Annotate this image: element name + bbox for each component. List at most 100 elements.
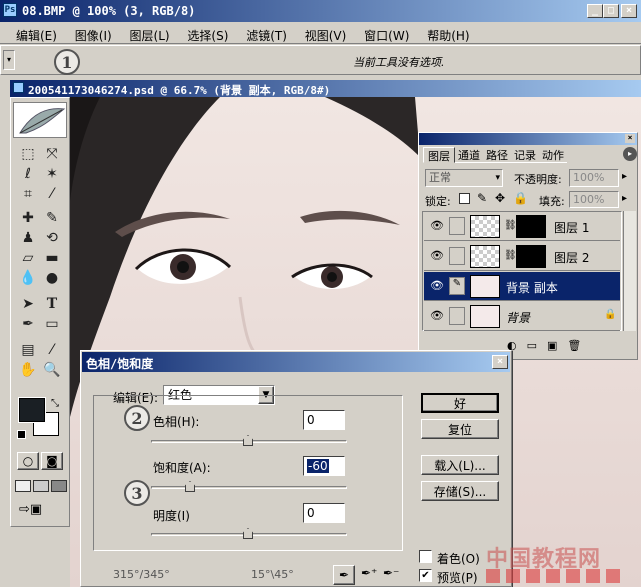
menu-filter[interactable]: 滤镜(T) (246, 29, 287, 43)
jump-to-imageready-icon[interactable]: ⇨▣ (19, 502, 59, 520)
foreground-color-swatch[interactable] (19, 398, 45, 422)
lightness-field[interactable]: 0 (303, 503, 345, 523)
lock-transparency-icon[interactable] (459, 193, 470, 204)
eye-icon[interactable]: 👁 (428, 307, 446, 325)
menu-view[interactable]: 视图(V) (305, 29, 347, 43)
opacity-slider-arrow-icon[interactable]: ▸ (622, 171, 627, 182)
eraser-tool-icon[interactable]: ▱ (17, 248, 39, 268)
menu-layer[interactable]: 图层(L) (130, 29, 170, 43)
type-tool-icon[interactable]: T (41, 294, 63, 314)
tab-actions[interactable]: 动作 (539, 147, 567, 163)
gradient-tool-icon[interactable]: ▬ (41, 248, 63, 268)
quick-mask-button[interactable]: ◙ (41, 452, 63, 470)
screen-mode-full-icon[interactable] (51, 480, 67, 492)
opacity-field[interactable]: 100% (569, 169, 619, 187)
shape-tool-icon[interactable]: ▭ (41, 314, 63, 334)
tool-preset-picker[interactable]: ▾ (3, 50, 15, 70)
hand-tool-icon[interactable]: ✋ (17, 360, 39, 380)
menu-edit[interactable]: 编辑(E) (16, 29, 57, 43)
swap-colors-icon[interactable]: ⤡ (51, 398, 59, 409)
ok-button[interactable]: 好 (421, 393, 499, 413)
opacity-label: 不透明度: (514, 173, 562, 186)
menu-help[interactable]: 帮助(H) (427, 29, 469, 43)
eye-icon[interactable]: 👁 (428, 217, 446, 235)
marquee-tool-icon[interactable]: ⬚ (17, 144, 39, 164)
layer-thumbnail (470, 215, 500, 238)
menu-window[interactable]: 窗口(W) (364, 29, 409, 43)
minimize-button[interactable]: _ (587, 4, 603, 18)
range-right-readout: 15°\45° (251, 568, 294, 581)
link-slot[interactable] (449, 307, 465, 325)
tab-history[interactable]: 记录 (511, 147, 539, 163)
link-slot[interactable] (449, 247, 465, 265)
layers-panel-close-icon[interactable]: × (625, 134, 635, 143)
reset-button[interactable]: 复位 (421, 419, 499, 439)
feather-icon (19, 108, 66, 134)
history-brush-icon[interactable]: ⟲ (41, 228, 63, 248)
trash-icon[interactable]: 🗑 (567, 339, 581, 352)
lasso-tool-icon[interactable]: ℓ (17, 164, 39, 184)
magic-wand-icon[interactable]: ✶ (41, 164, 63, 184)
pen-tool-icon[interactable]: ✒ (17, 314, 39, 334)
layers-scrollbar[interactable] (623, 211, 636, 331)
layers-panel: × 图层 通道 路径 记录 动作 ▸ 正常 ▾ 不透明度: 100% ▸ 锁定:… (418, 132, 638, 360)
watermark-logo (486, 569, 626, 583)
link-slot[interactable] (449, 217, 465, 235)
brush-tool-icon[interactable]: ✎ (41, 208, 63, 228)
lock-position-icon[interactable]: ✥ (495, 191, 505, 205)
tab-paths[interactable]: 路径 (483, 147, 511, 163)
eyedropper-minus-icon[interactable]: ✒⁻ (383, 566, 399, 580)
zoom-tool-icon[interactable]: 🔍 (41, 360, 63, 380)
notes-tool-icon[interactable]: ▤ (17, 340, 39, 360)
eye-icon[interactable]: 👁 (428, 247, 446, 265)
layer-row[interactable]: 👁 背景 🔒 (424, 302, 620, 331)
menu-select[interactable]: 选择(S) (187, 29, 228, 43)
layer-thumbnail (470, 275, 500, 298)
annotation-2: 2 (124, 405, 150, 431)
eye-icon[interactable]: 👁 (428, 277, 446, 295)
dialog-title: 色相/饱和度 (86, 357, 154, 371)
colorize-checkbox[interactable] (419, 550, 432, 563)
blend-mode-select[interactable]: 正常 ▾ (425, 169, 503, 187)
eyedropper-button[interactable]: ✒ (333, 565, 355, 585)
layer-row-selected[interactable]: 👁 ✎ 背景 副本 (424, 272, 620, 301)
panel-menu-icon[interactable]: ▸ (623, 147, 637, 161)
new-set-icon[interactable]: ▭ (527, 339, 537, 352)
saturation-field[interactable]: -60 (303, 456, 345, 476)
dialog-close-button[interactable]: × (492, 355, 508, 369)
saturation-slider-track[interactable] (151, 486, 347, 489)
load-button[interactable]: 载入(L)... (421, 455, 499, 475)
path-select-icon[interactable]: ➤ (17, 294, 39, 314)
eyedropper-icon[interactable]: ⁄ (41, 340, 63, 360)
default-colors-icon[interactable] (17, 430, 26, 439)
screen-mode-standard-icon[interactable] (15, 480, 31, 492)
lock-all-icon[interactable]: 🔒 (513, 191, 528, 205)
new-layer-icon[interactable]: ▣ (547, 339, 557, 352)
dodge-tool-icon[interactable]: ● (41, 268, 63, 288)
maximize-button[interactable]: □ (603, 4, 619, 18)
layers-list: 👁 ⛓ 图层 1 👁 ⛓ 图层 2 👁 ✎ 背景 副本 👁 背景 🔒 (422, 211, 622, 331)
lock-image-icon[interactable]: ✎ (477, 191, 487, 205)
screen-mode-menubar-icon[interactable] (33, 480, 49, 492)
eyedropper-plus-icon[interactable]: ✒⁺ (361, 566, 377, 580)
tab-channels[interactable]: 通道 (455, 147, 483, 163)
layer-name: 背景 副本 (506, 281, 558, 295)
save-button[interactable]: 存储(S)... (421, 481, 499, 501)
slice-tool-icon[interactable]: ⁄ (41, 184, 63, 204)
layer-row[interactable]: 👁 ⛓ 图层 2 (424, 242, 620, 271)
paintbrush-icon[interactable]: ✎ (449, 277, 465, 295)
move-tool-icon[interactable]: ⤧ (41, 144, 63, 164)
fill-field[interactable]: 100% (569, 191, 619, 208)
tab-layers[interactable]: 图层 (423, 147, 455, 163)
blur-tool-icon[interactable]: 💧 (17, 268, 39, 288)
close-button[interactable]: × (621, 4, 637, 18)
layer-row[interactable]: 👁 ⛓ 图层 1 (424, 212, 620, 241)
fill-slider-arrow-icon[interactable]: ▸ (622, 193, 627, 204)
hue-field[interactable]: 0 (303, 410, 345, 430)
crop-tool-icon[interactable]: ⌗ (17, 184, 39, 204)
preview-checkbox[interactable]: ✔ (419, 569, 432, 582)
standard-mode-button[interactable]: ○ (17, 452, 39, 470)
healing-brush-icon[interactable]: ✚ (17, 208, 39, 228)
stamp-tool-icon[interactable]: ♟ (17, 228, 39, 248)
menu-image[interactable]: 图像(I) (75, 29, 112, 43)
